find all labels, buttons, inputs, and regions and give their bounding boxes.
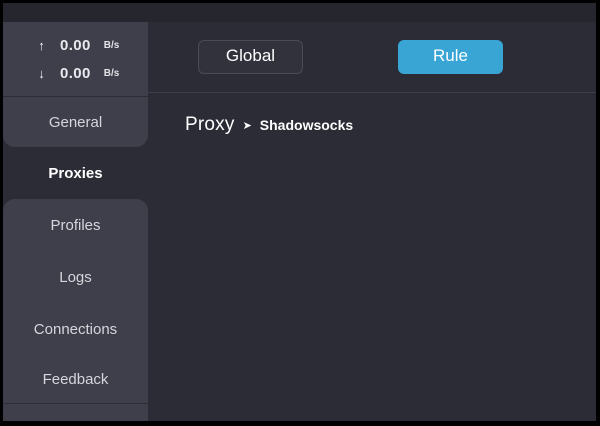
download-speed-unit: B/s [103, 67, 120, 79]
down-arrow-icon: ↓ [38, 65, 45, 81]
app-window: ↑ 0.00 B/s ↓ 0.00 B/s General Proxies Pr… [0, 0, 600, 426]
up-arrow-icon: ↑ [38, 37, 45, 53]
download-speed-row: ↓ 0.00 B/s [3, 64, 148, 83]
sidebar-item-label: General [48, 113, 103, 131]
sidebar-filler [3, 404, 148, 421]
rule-mode-button[interactable]: Rule [398, 40, 503, 74]
sidebar-item-label: Logs [59, 268, 92, 286]
sidebar-item-label: Feedback [42, 370, 109, 388]
sidebar-item-logs[interactable]: Logs [3, 251, 148, 303]
upload-speed-row: ↑ 0.00 B/s [3, 36, 148, 55]
sidebar-item-label: Profiles [50, 216, 101, 234]
app-frame: ↑ 0.00 B/s ↓ 0.00 B/s General Proxies Pr… [3, 3, 596, 421]
breadcrumb: Proxy ➤ Shadowsocks [185, 114, 596, 136]
breadcrumb-current: Shadowsocks [259, 117, 354, 133]
sidebar-item-proxies[interactable]: Proxies [3, 147, 148, 199]
sidebar-item-feedback[interactable]: Feedback [3, 355, 148, 404]
sidebar-item-connections[interactable]: Connections [3, 303, 148, 355]
mode-switch-header: Global Rule [148, 22, 596, 93]
sidebar-item-label: Connections [33, 320, 118, 338]
sidebar-item-profiles[interactable]: Profiles [3, 199, 148, 251]
title-bar[interactable] [3, 3, 596, 22]
main-area: Global Rule Proxy ➤ Shadowsocks [148, 22, 596, 421]
traffic-panel: ↑ 0.00 B/s ↓ 0.00 B/s [3, 22, 148, 97]
breadcrumb-arrow-icon: ➤ [242, 120, 252, 132]
app-body: ↑ 0.00 B/s ↓ 0.00 B/s General Proxies Pr… [3, 22, 596, 421]
download-speed-value: 0.00 [60, 64, 91, 82]
sidebar-item-label: Proxies [48, 164, 103, 182]
global-mode-button[interactable]: Global [198, 40, 303, 74]
upload-speed-unit: B/s [103, 39, 120, 51]
breadcrumb-section: Proxy [185, 114, 235, 135]
sidebar-item-general[interactable]: General [3, 97, 148, 147]
sidebar: ↑ 0.00 B/s ↓ 0.00 B/s General Proxies Pr… [3, 22, 148, 421]
upload-speed-value: 0.00 [60, 36, 91, 54]
